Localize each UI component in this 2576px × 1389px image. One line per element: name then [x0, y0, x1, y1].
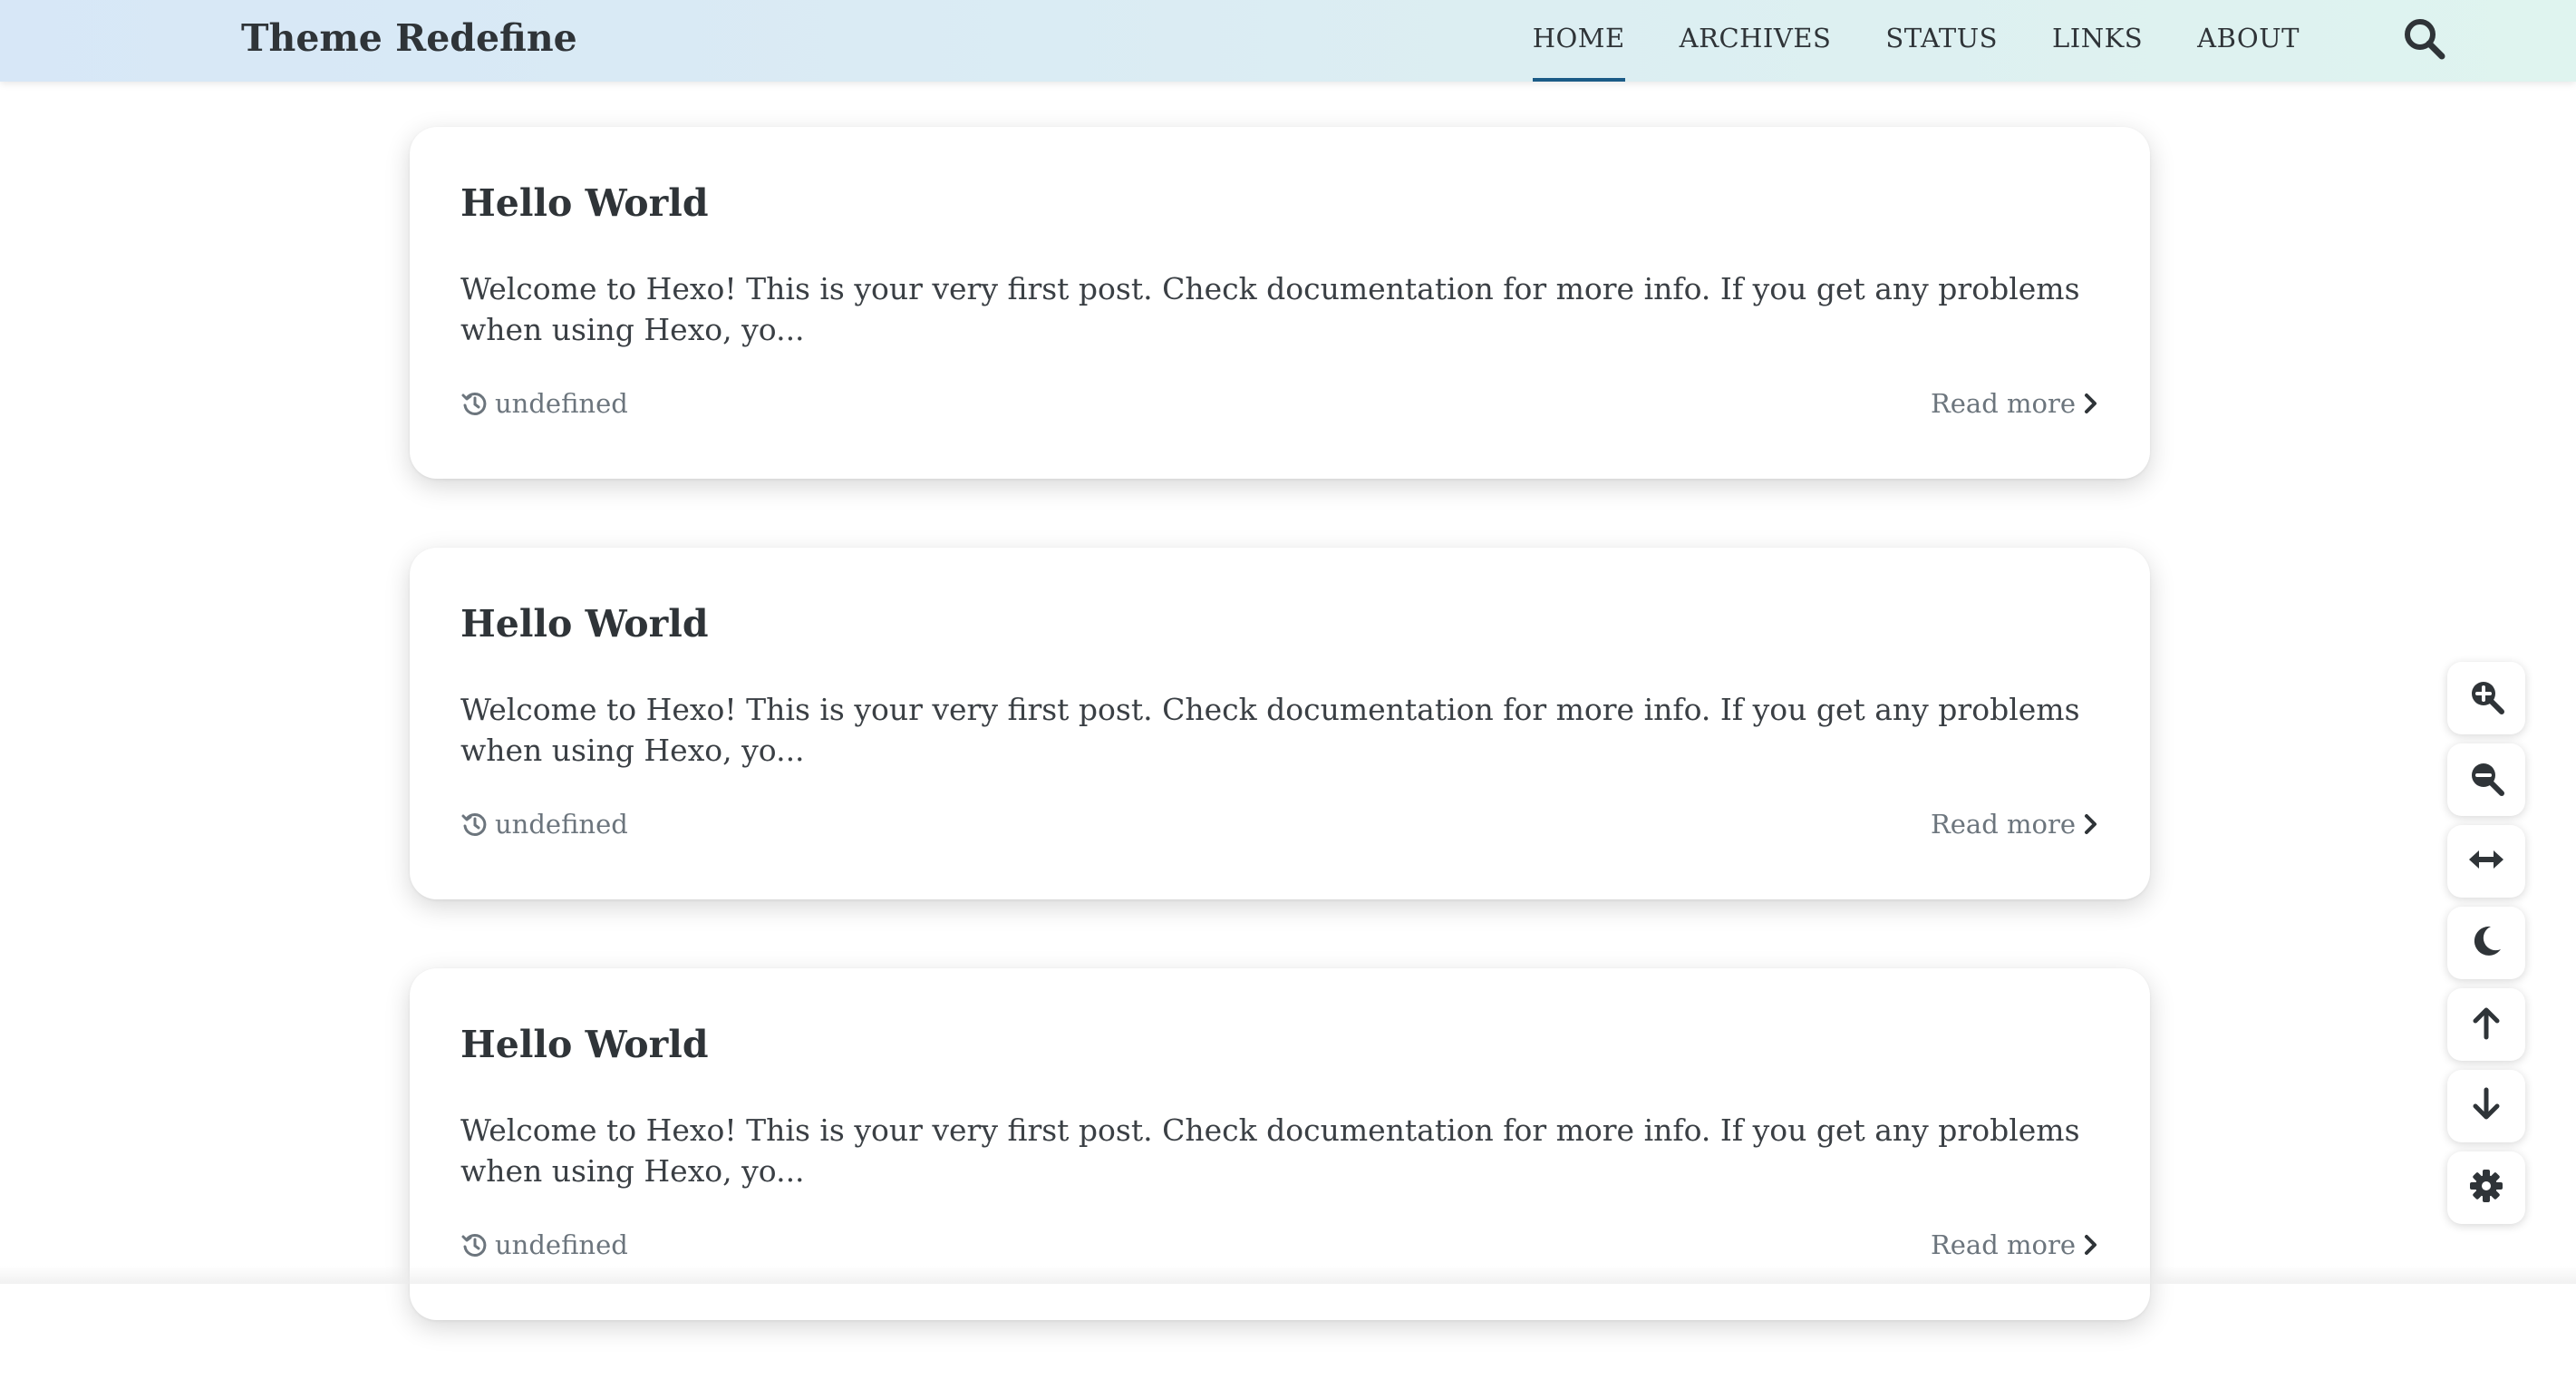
- post-excerpt: Welcome to Hexo! This is your very first…: [460, 689, 2110, 771]
- side-tools-panel: [2447, 662, 2525, 1233]
- zoom-out-button[interactable]: [2447, 743, 2525, 816]
- dark-mode-moon-icon: [2467, 922, 2505, 964]
- expand-width-button[interactable]: [2447, 825, 2525, 898]
- post-card: Hello World Welcome to Hexo! This is you…: [410, 548, 2150, 899]
- nav-item-home[interactable]: HOME: [1533, 0, 1625, 82]
- scroll-top-button[interactable]: [2447, 988, 2525, 1061]
- settings-button[interactable]: [2447, 1151, 2525, 1224]
- top-navbar: Theme Redefine HOME ARCHIVES STATUS LINK…: [0, 0, 2576, 82]
- post-date-text: undefined: [495, 809, 628, 840]
- post-list: Hello World Welcome to Hexo! This is you…: [410, 127, 2150, 1389]
- arrow-up-icon: [2467, 1004, 2505, 1045]
- chevron-right-icon: [2083, 391, 2099, 416]
- read-more-label: Read more: [1931, 1229, 2076, 1260]
- settings-gear-icon: [2467, 1167, 2505, 1209]
- read-more-label: Read more: [1931, 388, 2076, 419]
- post-date: undefined: [460, 809, 628, 840]
- history-icon: [460, 1231, 488, 1258]
- zoom-in-button[interactable]: [2447, 662, 2525, 734]
- dark-mode-toggle[interactable]: [2447, 907, 2525, 979]
- history-icon: [460, 811, 488, 838]
- read-more-link[interactable]: Read more: [1931, 388, 2099, 419]
- read-more-link[interactable]: Read more: [1931, 809, 2099, 840]
- search-icon[interactable]: [2402, 16, 2447, 62]
- nav-item-about[interactable]: ABOUT: [2197, 0, 2300, 82]
- history-icon: [460, 390, 488, 417]
- zoom-out-icon: [2467, 759, 2505, 801]
- post-date-text: undefined: [495, 1229, 628, 1260]
- post-date-text: undefined: [495, 388, 628, 419]
- expand-width-icon: [2467, 840, 2505, 882]
- site-title[interactable]: Theme Redefine: [241, 0, 577, 76]
- post-card: Hello World Welcome to Hexo! This is you…: [410, 127, 2150, 479]
- post-excerpt: Welcome to Hexo! This is your very first…: [460, 1110, 2110, 1191]
- arrow-down-icon: [2467, 1085, 2505, 1127]
- nav-menu: HOME ARCHIVES STATUS LINKS ABOUT: [1478, 0, 2300, 82]
- post-card: Hello World Welcome to Hexo! This is you…: [410, 968, 2150, 1320]
- chevron-right-icon: [2083, 811, 2099, 837]
- nav-item-status[interactable]: STATUS: [1885, 0, 1998, 82]
- post-excerpt: Welcome to Hexo! This is your very first…: [460, 268, 2110, 350]
- nav-item-links[interactable]: LINKS: [2052, 0, 2143, 82]
- read-more-label: Read more: [1931, 809, 2076, 840]
- read-more-link[interactable]: Read more: [1931, 1229, 2099, 1260]
- chevron-right-icon: [2083, 1232, 2099, 1258]
- zoom-in-icon: [2467, 677, 2505, 719]
- post-title[interactable]: Hello World: [460, 181, 709, 225]
- post-date: undefined: [460, 388, 628, 419]
- post-title[interactable]: Hello World: [460, 1023, 709, 1066]
- nav-item-archives[interactable]: ARCHIVES: [1680, 0, 1832, 82]
- scroll-bottom-button[interactable]: [2447, 1070, 2525, 1142]
- post-title[interactable]: Hello World: [460, 602, 709, 646]
- post-date: undefined: [460, 1229, 628, 1260]
